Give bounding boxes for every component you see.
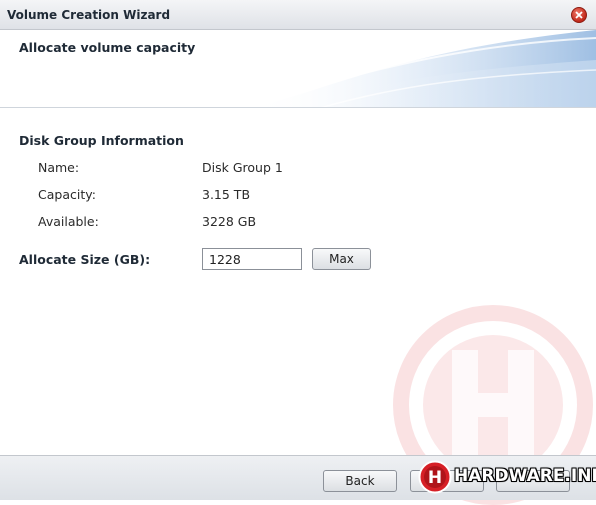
name-label: Name: [38,160,80,175]
title-bar: Volume Creation Wizard [0,0,596,30]
capacity-label: Capacity: [38,187,96,202]
hardware-info-logo: H HARDWARE.INFO [418,460,596,494]
available-value: 3228 GB [202,214,257,229]
step-title: Allocate volume capacity [19,40,196,55]
wizard-header: Allocate volume capacity [0,30,596,108]
disk-group-section-title: Disk Group Information [19,133,184,148]
window-title: Volume Creation Wizard [7,8,171,22]
hardware-info-logo-text: HARDWARE.INFO [454,466,596,486]
close-icon[interactable] [571,7,587,23]
allocate-size-input[interactable] [202,248,302,270]
max-button[interactable]: Max [312,248,371,270]
available-label: Available: [38,214,99,229]
capacity-value: 3.15 TB [202,187,251,202]
name-value: Disk Group 1 [202,160,283,175]
badge-letter: H [428,468,442,488]
allocate-size-label: Allocate Size (GB): [19,252,151,267]
back-button[interactable]: Back [323,470,397,492]
hardware-info-badge-icon: H [418,460,452,494]
